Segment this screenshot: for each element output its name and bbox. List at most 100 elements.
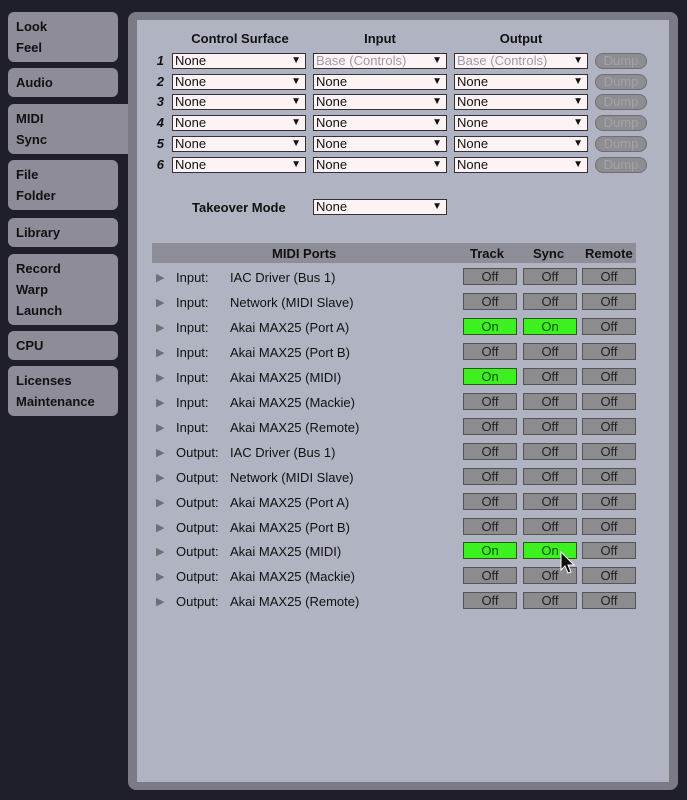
dump-button-4[interactable]: Dump <box>595 115 647 132</box>
sidebar-tab-record-warp-launch[interactable]: Record Warp Launch <box>8 254 118 325</box>
remote-toggle[interactable]: Off <box>582 417 636 435</box>
expand-triangle-icon[interactable]: ▶ <box>156 570 164 583</box>
expand-triangle-icon[interactable]: ▶ <box>156 296 164 309</box>
dump-button-3[interactable]: Dump <box>595 94 647 111</box>
remote-toggle[interactable]: Off <box>582 392 636 410</box>
track-toggle[interactable]: Off <box>463 392 517 410</box>
track-toggle[interactable]: Off <box>463 592 517 610</box>
sync-toggle[interactable]: Off <box>523 517 577 535</box>
output-select-1[interactable]: Base (Controls) ▼ <box>454 53 588 69</box>
remote-toggle[interactable]: Off <box>582 442 636 460</box>
track-toggle[interactable]: Off <box>463 292 517 310</box>
sync-toggle[interactable]: Off <box>523 342 577 360</box>
expand-triangle-icon[interactable]: ▶ <box>156 346 164 359</box>
output-select-5[interactable]: None ▼ <box>454 135 588 152</box>
input-select-5[interactable]: None ▼ <box>313 135 447 152</box>
track-toggle[interactable]: Off <box>463 268 517 285</box>
sidebar-tab-library[interactable]: Library <box>8 218 118 247</box>
track-toggle[interactable]: Off <box>463 442 517 460</box>
remote-toggle[interactable]: Off <box>582 517 636 535</box>
remote-toggle[interactable]: Off <box>582 567 636 585</box>
preferences-sidebar: Look Feel Audio MIDI Sync File Folder Library Re… <box>0 0 140 800</box>
remote-toggle[interactable]: Off <box>582 592 636 610</box>
sync-toggle[interactable]: On <box>523 317 577 335</box>
track-toggle[interactable]: On <box>463 317 517 335</box>
output-header: Output <box>499 31 543 46</box>
input-select-4[interactable]: None ▼ <box>313 115 447 132</box>
expand-triangle-icon[interactable]: ▶ <box>156 421 164 434</box>
sidebar-tab-file-folder[interactable]: File Folder <box>8 160 118 210</box>
expand-triangle-icon[interactable]: ▶ <box>156 321 164 334</box>
track-toggle[interactable]: Off <box>463 567 517 585</box>
sidebar-tab-cpu[interactable]: CPU <box>8 331 118 360</box>
sync-toggle[interactable]: Off <box>523 592 577 610</box>
sync-toggle[interactable]: Off <box>523 392 577 410</box>
dump-button-5[interactable]: Dump <box>595 135 647 152</box>
expand-triangle-icon[interactable]: ▶ <box>156 496 164 509</box>
remote-toggle[interactable]: Off <box>582 292 636 310</box>
control-surface-select-2[interactable]: None ▼ <box>172 73 306 90</box>
input-select-2[interactable]: None ▼ <box>313 73 447 90</box>
input-select-3[interactable]: None ▼ <box>313 94 447 111</box>
remote-toggle[interactable]: Off <box>582 467 636 485</box>
chevron-down-icon: ▼ <box>573 158 583 170</box>
control-surface-select-4[interactable]: None ▼ <box>172 115 306 132</box>
track-toggle[interactable]: Off <box>463 417 517 435</box>
output-select-6[interactable]: None ▼ <box>454 156 588 173</box>
chevron-down-icon: ▼ <box>432 201 442 212</box>
select-value: None <box>457 115 489 131</box>
remote-toggle[interactable]: Off <box>582 268 636 285</box>
sidebar-tab-licenses-maintenance[interactable]: Licenses Maintenance <box>8 366 118 416</box>
sync-toggle[interactable]: Off <box>523 467 577 485</box>
sidebar-tab-look-feel[interactable]: Look Feel <box>8 12 118 62</box>
output-select-2[interactable]: None ▼ <box>454 73 588 90</box>
track-toggle[interactable]: On <box>463 367 517 385</box>
track-toggle[interactable]: Off <box>463 467 517 485</box>
control-surface-select-5[interactable]: None ▼ <box>172 135 306 152</box>
expand-triangle-icon[interactable]: ▶ <box>156 371 164 384</box>
sync-toggle[interactable]: Off <box>523 292 577 310</box>
remote-toggle[interactable]: Off <box>582 317 636 335</box>
track-toggle[interactable]: Off <box>463 517 517 535</box>
remote-toggle[interactable]: Off <box>582 542 636 560</box>
input-select-6[interactable]: None ▼ <box>313 156 447 173</box>
dump-button-1[interactable]: Dump <box>595 53 647 69</box>
sidebar-tab-audio[interactable]: Audio <box>8 68 118 97</box>
track-toggle[interactable]: On <box>463 542 517 560</box>
sync-toggle[interactable]: Off <box>523 442 577 460</box>
input-select-1[interactable]: Base (Controls) ▼ <box>313 53 447 69</box>
port-direction: Input: <box>176 294 209 310</box>
remote-toggle[interactable]: Off <box>582 367 636 385</box>
track-toggle[interactable]: Off <box>463 342 517 360</box>
expand-triangle-icon[interactable]: ▶ <box>156 271 164 284</box>
select-value: None <box>316 156 348 172</box>
port-direction: Input: <box>176 270 209 285</box>
output-select-4[interactable]: None ▼ <box>454 115 588 132</box>
expand-triangle-icon[interactable]: ▶ <box>156 595 164 608</box>
sync-toggle[interactable]: Off <box>523 417 577 435</box>
expand-triangle-icon[interactable]: ▶ <box>156 545 164 558</box>
control-surface-select-6[interactable]: None ▼ <box>172 156 306 173</box>
track-toggle[interactable]: Off <box>463 492 517 510</box>
sidebar-tab-midi-sync[interactable]: MIDI Sync <box>8 104 138 154</box>
chevron-down-icon: ▼ <box>432 96 442 108</box>
output-select-3[interactable]: None ▼ <box>454 94 588 111</box>
expand-triangle-icon[interactable]: ▶ <box>156 446 164 459</box>
dump-button-6[interactable]: Dump <box>595 156 647 173</box>
sync-toggle[interactable]: Off <box>523 492 577 510</box>
remote-toggle[interactable]: Off <box>582 492 636 510</box>
port-name: Akai MAX25 (Remote) <box>230 419 360 435</box>
remote-toggle[interactable]: Off <box>582 342 636 360</box>
dump-button-2[interactable]: Dump <box>595 73 647 90</box>
port-name: IAC Driver (Bus 1) <box>230 270 336 285</box>
takeover-mode-select[interactable]: None ▼ <box>313 199 447 215</box>
expand-triangle-icon[interactable]: ▶ <box>156 521 164 534</box>
sync-toggle[interactable]: Off <box>523 367 577 385</box>
control-surface-select-1[interactable]: None ▼ <box>172 53 306 69</box>
expand-triangle-icon[interactable]: ▶ <box>156 471 164 484</box>
sync-toggle[interactable]: Off <box>523 268 577 285</box>
expand-triangle-icon[interactable]: ▶ <box>156 396 164 409</box>
midi-port-row: ▶ Output: IAC Driver (Bus 1) Off Off Off <box>152 442 636 463</box>
control-surface-select-3[interactable]: None ▼ <box>172 94 306 111</box>
port-name: Akai MAX25 (Port A) <box>230 494 350 510</box>
